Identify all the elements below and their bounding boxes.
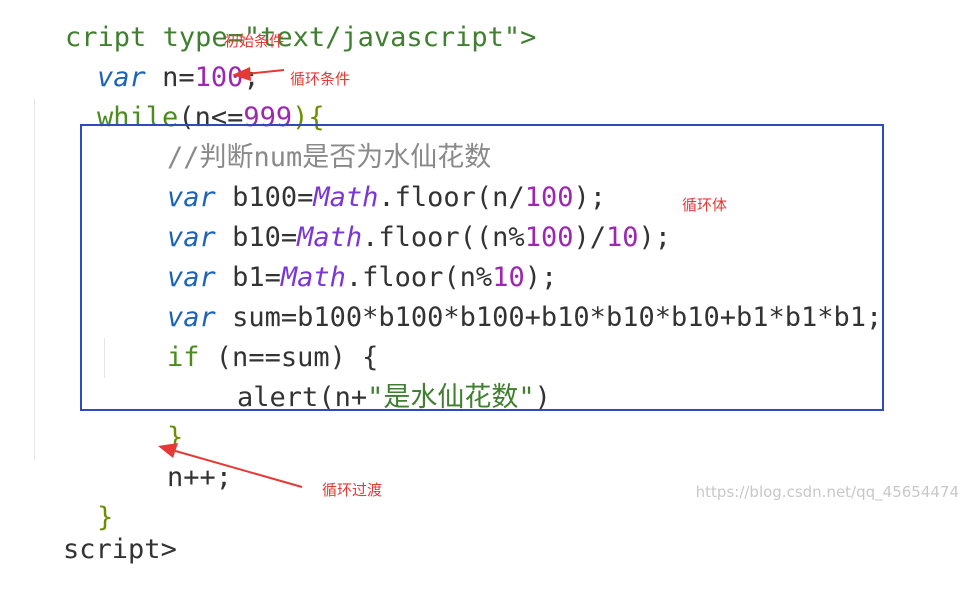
arrow-loop-step-line <box>171 449 303 488</box>
annotation-loop-condition: 循环条件 <box>290 70 351 88</box>
annotation-loop-body: 循环体 <box>682 196 728 214</box>
arrow-loop-condition-head <box>232 67 251 81</box>
annotation-init-condition: 初始条件 <box>224 32 285 50</box>
arrow-loop-condition-line <box>245 69 285 75</box>
watermark: https://blog.csdn.net/qq_45654474 <box>695 483 959 501</box>
annotation-arrows <box>158 67 303 488</box>
annotation-loop-step: 循环过渡 <box>322 481 383 499</box>
arrow-loop-step-head <box>158 443 178 458</box>
